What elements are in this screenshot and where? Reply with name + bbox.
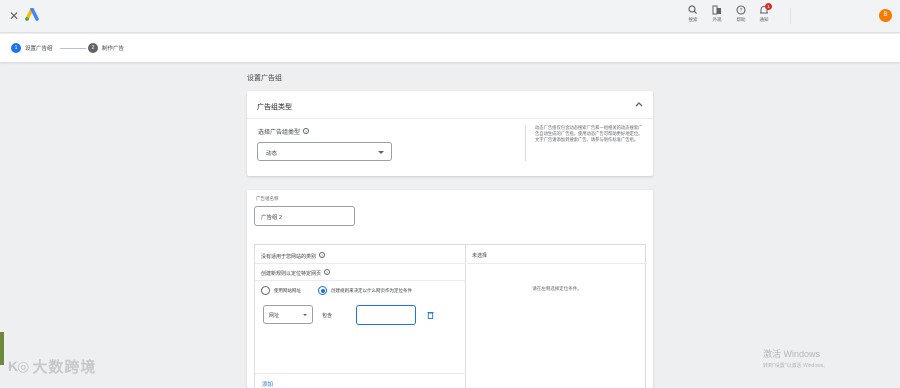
search-tool-label: 搜索: [688, 17, 698, 22]
notifications-tool-label: 通知: [759, 17, 769, 22]
rule-value-input[interactable]: [356, 305, 416, 325]
ad-group-type-card: 广告组类型 选择广告组类型? 动态 动态广告组仅包含动态搜索广告和一组相关的动态…: [247, 91, 653, 176]
watermark-logo: K◎: [8, 358, 29, 374]
divider: [255, 373, 466, 374]
close-icon[interactable]: ✕: [9, 10, 19, 22]
top-app-bar: ✕ 搜索 外观 ? 帮助 1 通知 B: [0, 0, 900, 33]
divider: [255, 263, 466, 264]
windows-activation-notice: 激活 Windows 转到"设置"以激活 Windows。: [763, 347, 828, 369]
radio-label: 创建规则来决定以什么网页作为定位条件: [331, 287, 412, 293]
chevron-up-icon[interactable]: [634, 100, 644, 108]
radio-button[interactable]: [318, 286, 327, 295]
rule-field-value: 网址: [269, 313, 280, 319]
radio-create-rule[interactable]: 创建规则来决定以什么网页作为定位条件: [318, 286, 412, 295]
no-category-label: 没有适用于您网站的类别: [261, 254, 317, 260]
notifications-tool-button[interactable]: 1 通知: [754, 3, 774, 23]
radio-label: 使用网站网址: [274, 287, 301, 293]
no-category-row: 没有适用于您网站的类别?: [261, 252, 326, 260]
ad-group-type-label: 选择广告组类型?: [258, 127, 310, 136]
dropdown-arrow-icon: [378, 151, 384, 154]
create-rule-row: 创建新规则以定位特定网页?: [261, 269, 331, 277]
ad-group-type-select[interactable]: 动态: [257, 142, 392, 161]
step-create-ad[interactable]: 2 制作广告: [88, 43, 124, 53]
step-label: 设置广告组: [25, 46, 53, 52]
activation-title: 激活 Windows: [763, 349, 821, 359]
activation-subtitle: 转到"设置"以激活 Windows。: [763, 363, 829, 369]
rule-operator: 包含: [322, 313, 333, 319]
create-rule-label: 创建新规则以定位特定网页: [261, 271, 322, 277]
help-note: 动态广告组仅包含动态搜索广告和一组相关的动态搜索广告自动生成的广告组。使用动态广…: [535, 125, 643, 142]
ad-group-name-input[interactable]: 广告组 2: [254, 206, 355, 226]
step-number: 1: [11, 43, 21, 53]
appearance-icon: [712, 5, 721, 15]
help-icon[interactable]: ?: [319, 252, 326, 258]
select-value: 动态: [266, 151, 278, 157]
dropdown-arrow-icon: [303, 314, 307, 316]
help-icon[interactable]: ?: [303, 128, 310, 134]
watermark: K◎ 大数跨境: [8, 356, 96, 377]
selected-header: 未选择: [472, 253, 488, 259]
targeting-panel: 没有适用于您网站的类别? 创建新规则以定位特定网页? 使用网站网址 创建规则来决…: [254, 244, 647, 388]
progress-stepper: 1 设置广告组 2 制作广告: [0, 34, 900, 62]
step-number: 2: [88, 43, 98, 53]
appearance-tool-label: 外观: [712, 17, 722, 22]
step-setup-ad-group[interactable]: 1 设置广告组: [11, 43, 53, 53]
help-icon[interactable]: ?: [324, 269, 331, 275]
avatar[interactable]: B: [879, 9, 892, 22]
desktop-edge-strip: [0, 332, 4, 365]
ad-group-name-label: 广告组名称: [256, 196, 279, 201]
appearance-tool-button[interactable]: 外观: [707, 4, 727, 23]
radio-use-website-url[interactable]: 使用网站网址: [261, 286, 301, 295]
search-tool-button[interactable]: 搜索: [683, 4, 703, 23]
page-title: 设置广告组: [247, 75, 282, 82]
help-tool-button[interactable]: ? 帮助: [731, 4, 751, 23]
rule-field-select[interactable]: 网址: [263, 305, 313, 324]
ad-group-type-label-text: 选择广告组类型: [258, 130, 301, 136]
google-ads-logo[interactable]: [24, 8, 40, 22]
search-icon: [688, 5, 697, 14]
empty-selection-message: 请在左侧选择定位条件。: [532, 286, 582, 291]
add-rule-link[interactable]: 添加: [262, 380, 273, 388]
svg-text:?: ?: [740, 8, 743, 14]
divider: [255, 280, 466, 281]
divider: [525, 125, 526, 161]
step-connector: [60, 48, 86, 49]
divider: [247, 118, 653, 119]
help-tool-label: 帮助: [736, 17, 746, 22]
divider: [467, 263, 647, 264]
watermark-text: 大数跨境: [32, 359, 97, 376]
card-title: 广告组类型: [257, 104, 292, 111]
notification-badge: 1: [765, 3, 772, 10]
help-circle-icon: ?: [736, 5, 746, 15]
delete-icon[interactable]: [427, 311, 434, 319]
account-switcher[interactable]: [790, 8, 870, 24]
ad-group-name-value: 广告组 2: [261, 215, 283, 221]
ad-group-details-card: 广告组名称 广告组 2 没有适用于您网站的类别? 创建新规则以定位特定网页? 使…: [247, 190, 653, 388]
radio-button[interactable]: [261, 286, 270, 295]
step-label: 制作广告: [102, 46, 125, 52]
targeting-rules-column: 没有适用于您网站的类别? 创建新规则以定位特定网页? 使用网站网址 创建规则来决…: [255, 245, 466, 388]
